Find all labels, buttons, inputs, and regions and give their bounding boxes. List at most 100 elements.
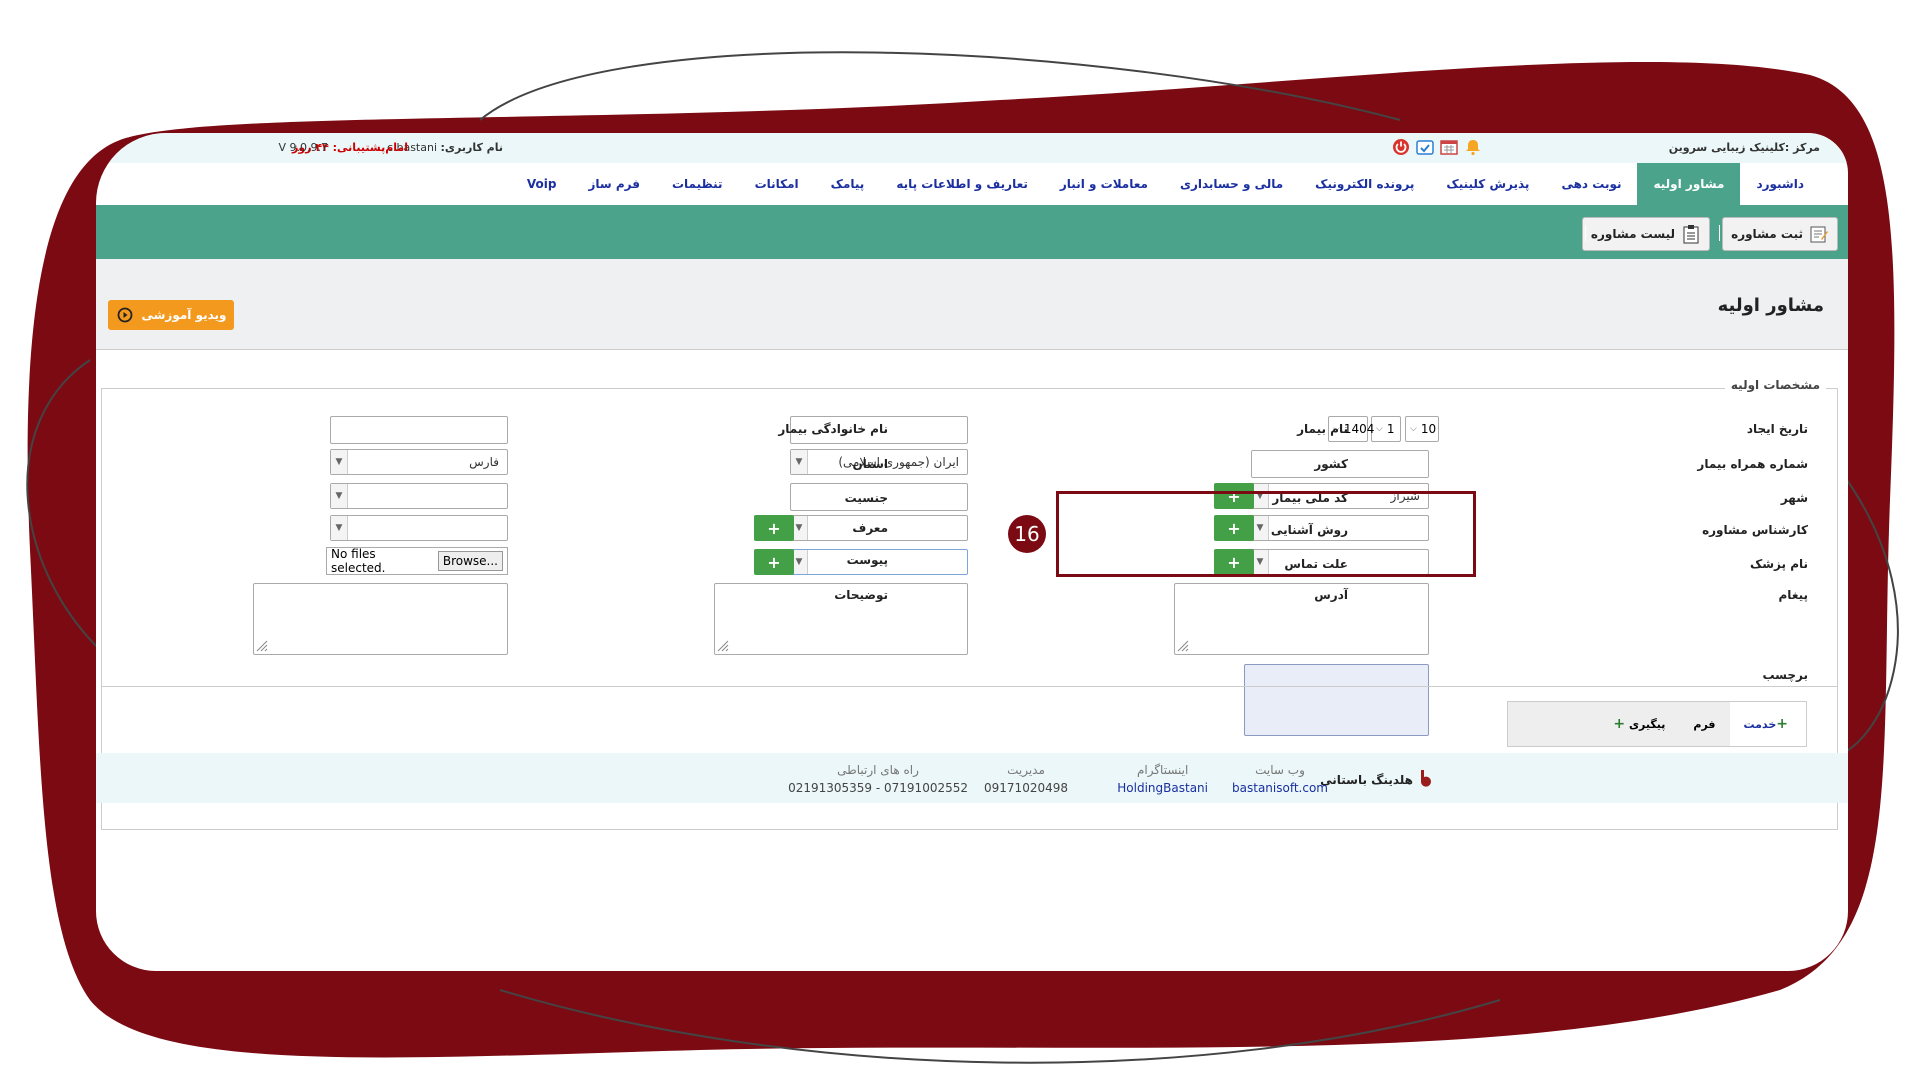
referrer-label: معرف [852, 521, 888, 535]
nav-item-sms[interactable]: پیامک [815, 163, 881, 205]
footer-website: وب سایت bastanisoft.com [1232, 763, 1328, 795]
chevron-down-icon: ▼ [331, 516, 348, 540]
nav-item-finance[interactable]: مالی و حسابداری [1164, 163, 1299, 205]
top-bar: مرکز :کلینیک زیبایی سروین نام کاربری: c.… [96, 133, 1848, 163]
clipboard-list-icon [1681, 224, 1701, 244]
tutorial-video-label: ویدیو آموزشی [141, 308, 227, 322]
nav-item-dashboard[interactable]: داشبورد [1740, 163, 1820, 205]
country-label: کشور [1314, 457, 1348, 471]
nav-item-clinic-reception[interactable]: پذیرش کلینیک [1430, 163, 1545, 205]
doctor-label: نام پزشک [1749, 557, 1808, 571]
register-consultation-button[interactable]: ثبت مشاوره [1722, 217, 1838, 251]
nav-item-voip[interactable]: Voip [511, 163, 573, 205]
tab-strip: + خدمت فرم پیگیری + [1507, 701, 1807, 747]
instagram-label: اینستاگرام [1136, 763, 1189, 777]
consultant-label: کارشناس مشاوره [1702, 523, 1808, 537]
add-acquaintance-button[interactable]: + [754, 515, 794, 541]
power-icon[interactable] [1391, 137, 1411, 157]
nav-item-settings[interactable]: تنظیمات [656, 163, 739, 205]
consultation-list-button[interactable]: لیست مشاوره [1581, 217, 1710, 251]
province-value: فارس [469, 455, 499, 469]
message-textarea[interactable] [1174, 583, 1429, 655]
calendar-grid-icon[interactable] [1439, 137, 1459, 157]
city-label: شهر [1780, 491, 1808, 505]
page-title: مشاور اولیه [1717, 295, 1824, 316]
nav-item-electronic-record[interactable]: پرونده الکترونیک [1299, 163, 1430, 205]
toolbar-separator [1585, 225, 1586, 241]
plus-icon: + [1613, 716, 1626, 732]
patient-name-label: نام بیمار [1297, 422, 1348, 436]
app-window: مرکز :کلینیک زیبایی سروین نام کاربری: c.… [96, 133, 1848, 971]
instagram-link[interactable]: HoldingBastani [1117, 781, 1208, 795]
plus-icon: + [1776, 716, 1788, 732]
step-highlight-box [1056, 491, 1476, 577]
chevron-down-icon: ▼ [331, 484, 348, 508]
patient-mobile-label: شماره همراه بیمار [1697, 457, 1808, 471]
toolbar-separator [1719, 225, 1720, 241]
page-header: مشاور اولیه [96, 259, 1848, 350]
contacts-phones: 07191002552 - 02191305359 [788, 781, 968, 795]
brand-name: هلدینگ باستانی [1320, 772, 1413, 787]
tab-service-label: خدمت [1743, 717, 1777, 731]
consultation-list-label: لیست مشاوره [1590, 227, 1675, 241]
top-icons [1391, 137, 1483, 157]
management-phone: 09171020498 [984, 781, 1068, 795]
bell-icon[interactable] [1463, 137, 1483, 157]
website-label: وب سایت [1255, 763, 1305, 777]
calendar-check-icon[interactable] [1415, 137, 1435, 157]
version-label: V 9.0.9.7 [278, 141, 328, 154]
gender-select[interactable]: ▼ [330, 483, 508, 509]
family-name-input[interactable] [330, 416, 508, 444]
footer-management: مدیریت 09171020498 [984, 763, 1068, 795]
date-month-select[interactable]: ⌵ 1 [1371, 416, 1401, 442]
message-label: پیغام [1778, 588, 1808, 602]
section-legend: مشخصات اولیه [1724, 378, 1826, 392]
province-select[interactable]: ▼ فارس [330, 449, 508, 475]
chevron-down-icon: ⌵ [1376, 424, 1383, 434]
description-textarea[interactable] [253, 583, 508, 655]
created-date-label: تاریخ ایجاد [1746, 422, 1808, 436]
website-link[interactable]: bastanisoft.com [1232, 781, 1328, 795]
attachment-label: پیوست [846, 553, 888, 567]
address-label: آدرس [1314, 588, 1348, 602]
gender-label: جنسیت [844, 491, 888, 505]
center-name: مرکز :کلینیک زیبایی سروین [1668, 141, 1820, 154]
chevron-down-icon: ▼ [791, 450, 808, 474]
tutorial-video-button[interactable]: ویدیو آموزشی [108, 300, 234, 330]
brand-logo-icon [1419, 769, 1433, 790]
date-month-value: 1 [1386, 422, 1395, 436]
step-number-badge: 16 [1008, 515, 1046, 553]
nav-item-appointments[interactable]: نوبت دهی [1545, 163, 1637, 205]
chevron-down-icon: ▼ [331, 450, 348, 474]
contacts-label: راه های ارتباطی [837, 763, 919, 777]
footer-instagram: اینستاگرام HoldingBastani [1117, 763, 1208, 795]
nav-item-initial-consultant[interactable]: مشاور اولیه [1637, 163, 1741, 205]
description-label: توضیحات [834, 588, 888, 602]
referrer-select[interactable]: ▼ [330, 515, 508, 541]
file-status: No files selected. [331, 547, 386, 575]
resize-grip-icon [717, 640, 729, 652]
date-day-select[interactable]: ⌵ 10 [1405, 416, 1439, 442]
nav-item-inventory[interactable]: معاملات و انبار [1044, 163, 1164, 205]
footer-brand: هلدینگ باستانی [1320, 769, 1433, 790]
province-label: استان [852, 457, 888, 471]
management-label: مدیریت [1007, 763, 1045, 777]
register-consultation-label: ثبت مشاوره [1731, 227, 1803, 241]
tab-form[interactable]: فرم [1679, 718, 1729, 731]
edit-form-icon [1809, 224, 1829, 244]
tab-service[interactable]: + خدمت [1729, 702, 1806, 746]
tab-followup-label: پیگیری [1628, 718, 1666, 731]
tabs-section: + خدمت فرم پیگیری + [101, 686, 1838, 760]
browse-button[interactable]: Browse... [437, 551, 503, 571]
main-nav: داشبورد مشاور اولیه نوبت دهی پذیرش کلینی… [96, 163, 1848, 206]
attachment-file-input[interactable]: No files selected. Browse... [326, 547, 508, 575]
nav-item-base-definitions[interactable]: تعاریف و اطلاعات پایه [880, 163, 1044, 205]
resize-grip-icon [256, 640, 268, 652]
nav-item-features[interactable]: امکانات [739, 163, 815, 205]
tab-followup[interactable]: پیگیری + [1599, 716, 1679, 732]
chevron-down-icon: ⌵ [1410, 424, 1417, 434]
user-label: نام کاربری: [440, 141, 503, 154]
nav-item-form-builder[interactable]: فرم ساز [572, 163, 656, 205]
add-contact-reason-button[interactable]: + [754, 549, 794, 575]
tag-label: برچسب [1762, 668, 1808, 682]
